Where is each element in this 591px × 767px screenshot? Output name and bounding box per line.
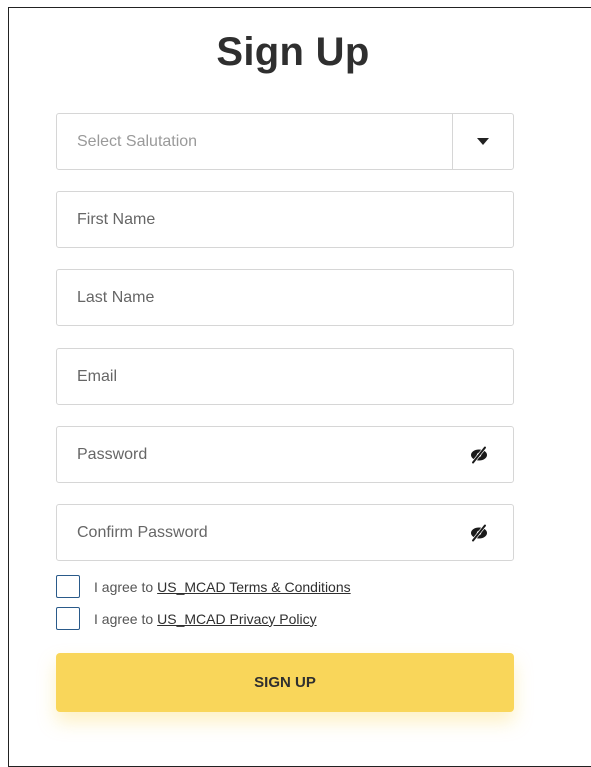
first-name-placeholder: First Name: [77, 210, 156, 228]
terms-prefix: I agree to: [94, 578, 154, 595]
privacy-link[interactable]: US_MCAD Privacy Policy: [157, 611, 316, 627]
password-placeholder: Password: [77, 445, 148, 463]
eye-off-icon[interactable]: [467, 523, 491, 543]
privacy-prefix: I agree to: [94, 610, 154, 627]
page-title: Sign Up: [216, 30, 370, 74]
eye-off-icon[interactable]: [467, 445, 491, 465]
confirm-password-placeholder: Confirm Password: [77, 523, 208, 541]
password-field[interactable]: Password: [56, 426, 514, 483]
terms-checkbox[interactable]: [56, 575, 80, 598]
email-placeholder: Email: [77, 367, 118, 385]
privacy-agreement-row: I agree to US_MCAD Privacy Policy: [56, 607, 317, 630]
last-name-placeholder: Last Name: [77, 288, 155, 306]
confirm-password-field[interactable]: Confirm Password: [56, 504, 514, 561]
terms-link[interactable]: US_MCAD Terms & Conditions: [157, 579, 350, 595]
salutation-select[interactable]: Select Salutation: [56, 113, 514, 170]
sign-up-button[interactable]: SIGN UP: [56, 653, 514, 712]
last-name-field[interactable]: Last Name: [56, 269, 514, 326]
signup-card: Sign Up Select Salutation First Name Las…: [8, 7, 591, 767]
first-name-field[interactable]: First Name: [56, 191, 514, 248]
terms-agreement-row: I agree to US_MCAD Terms & Conditions: [56, 575, 351, 598]
salutation-dropdown-toggle[interactable]: [453, 114, 513, 169]
chevron-down-icon: [477, 138, 489, 145]
privacy-checkbox[interactable]: [56, 607, 80, 630]
salutation-placeholder: Select Salutation: [77, 132, 198, 150]
email-field[interactable]: Email: [56, 348, 514, 405]
